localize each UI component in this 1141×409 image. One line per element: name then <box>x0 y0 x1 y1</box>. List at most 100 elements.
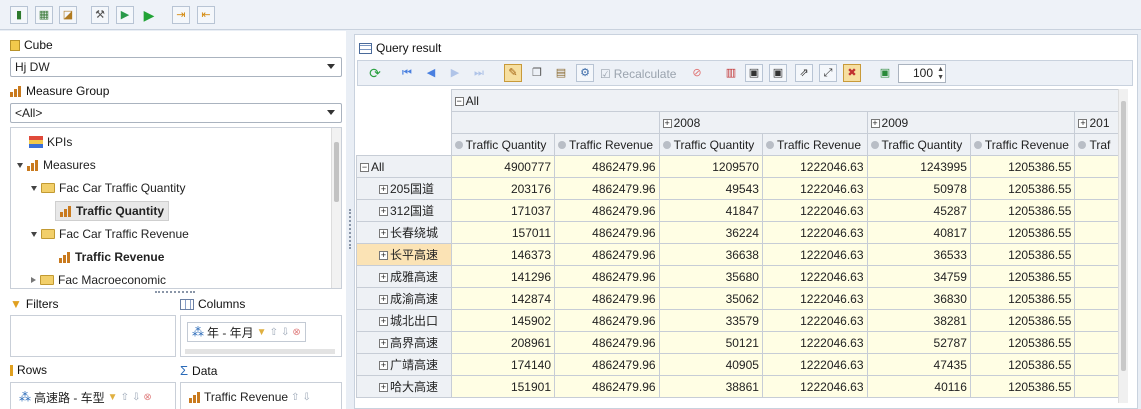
data-drop-area[interactable]: Traffic Revenue ⇧ ⇩ <box>180 382 342 409</box>
row-header[interactable]: + 长春绕城 <box>356 221 452 244</box>
value-cell[interactable]: 208961 <box>450 331 556 354</box>
run-mode-icon[interactable]: ▶ <box>116 6 134 24</box>
value-cell[interactable]: 49543 <box>658 177 763 200</box>
value-cell[interactable]: 1209570 <box>658 155 763 178</box>
grid-scroll-thumb[interactable] <box>1121 101 1126 371</box>
value-cell[interactable]: 45287 <box>866 199 971 222</box>
value-cell[interactable]: 1205386.55 <box>969 221 1076 244</box>
chart-icon[interactable]: ◪ <box>59 6 77 24</box>
tree-scroll-thumb[interactable] <box>334 142 339 202</box>
collapse-icon[interactable]: − <box>360 162 369 172</box>
value-cell[interactable]: 4862479.96 <box>554 199 660 222</box>
layout1-icon[interactable]: ▣ <box>745 64 763 82</box>
value-cell[interactable]: 1205386.55 <box>969 199 1076 222</box>
expand-icon[interactable]: + <box>379 185 388 195</box>
collapse-icon[interactable]: − <box>454 96 464 106</box>
filter-icon[interactable]: ▼ <box>108 392 118 403</box>
splitter-grip[interactable] <box>349 209 351 249</box>
filter-icon[interactable]: ▼ <box>257 327 267 338</box>
expand-icon[interactable]: + <box>379 317 388 327</box>
year-header-2008[interactable]: +2008 <box>658 111 868 134</box>
tree-item-fac-macro[interactable]: Fac Macroeconomic <box>31 270 166 288</box>
value-cell[interactable]: 36224 <box>658 221 763 244</box>
value-cell[interactable]: 35062 <box>658 287 763 310</box>
value-cell[interactable]: 1205386.55 <box>969 353 1076 376</box>
tree-item-fac-qty[interactable]: Fac Car Traffic Quantity <box>31 178 186 198</box>
next-page-icon[interactable]: ▶ <box>446 64 464 82</box>
first-page-icon[interactable]: ⏮ <box>398 64 416 82</box>
rows-chip[interactable]: ⁂ 高速路 - 车型 ▼ ⇧ ⇩ ⊗ <box>15 387 156 407</box>
value-cell[interactable]: 1205386.55 <box>969 375 1076 398</box>
value-cell[interactable]: 1222046.63 <box>761 199 868 222</box>
row-header[interactable]: + 广靖高速 <box>356 353 452 376</box>
value-cell[interactable]: 4862479.96 <box>554 155 660 178</box>
value-cell[interactable]: 1205386.55 <box>969 243 1076 266</box>
value-cell[interactable]: 145902 <box>450 309 556 332</box>
value-cell[interactable]: 1222046.63 <box>761 221 868 244</box>
value-cell[interactable]: 1222046.63 <box>761 331 868 354</box>
cube-select[interactable]: Hj DW <box>10 57 342 77</box>
value-cell[interactable]: 50121 <box>658 331 763 354</box>
settings-icon[interactable]: ⚙ <box>576 64 594 82</box>
value-cell[interactable]: 35680 <box>658 265 763 288</box>
value-cell[interactable]: 47435 <box>866 353 971 376</box>
measure-header[interactable]: Traffic Revenue <box>761 133 868 156</box>
arrow-up-icon[interactable]: ⇧ <box>270 327 278 338</box>
design-icon[interactable]: ⚒ <box>91 6 109 24</box>
refresh-icon[interactable]: ⟳ <box>366 64 384 82</box>
year-header-2009[interactable]: +2009 <box>866 111 1076 134</box>
arrow-up-icon[interactable]: ⇧ <box>121 392 129 403</box>
value-cell[interactable]: 4862479.96 <box>554 331 660 354</box>
value-cell[interactable]: 1222046.63 <box>761 177 868 200</box>
tree-item-fac-rev[interactable]: Fac Car Traffic Revenue <box>31 224 189 244</box>
value-cell[interactable]: 203176 <box>450 177 556 200</box>
excel-icon[interactable]: ▣ <box>876 64 894 82</box>
value-cell[interactable]: 4862479.96 <box>554 265 660 288</box>
measure-header[interactable]: Traffic Quantity <box>450 133 556 156</box>
tree-item-kpis[interactable]: KPIs <box>29 132 72 152</box>
sort-dot-icon[interactable] <box>662 141 671 150</box>
value-cell[interactable]: 171037 <box>450 199 556 222</box>
value-cell[interactable]: 1222046.63 <box>761 265 868 288</box>
data-chip[interactable]: Traffic Revenue ⇧ ⇩ <box>185 387 315 407</box>
value-cell[interactable]: 1205386.55 <box>969 309 1076 332</box>
expand-icon[interactable]: + <box>379 207 388 217</box>
value-cell[interactable]: 151901 <box>450 375 556 398</box>
value-cell[interactable]: 142874 <box>450 287 556 310</box>
row-header[interactable]: + 长平高速 <box>356 243 452 266</box>
value-cell[interactable]: 141296 <box>450 265 556 288</box>
rows-drop-area[interactable]: ⁂ 高速路 - 车型 ▼ ⇧ ⇩ ⊗ <box>10 382 176 409</box>
value-cell[interactable]: 38861 <box>658 375 763 398</box>
expand-icon[interactable]: + <box>379 295 388 305</box>
arrow-up-icon[interactable]: ⇧ <box>291 392 299 403</box>
value-cell[interactable]: 33579 <box>658 309 763 332</box>
tree-item-traffic-revenue[interactable]: Traffic Revenue <box>59 247 164 267</box>
sort-dot-icon[interactable] <box>765 141 774 150</box>
measure-header[interactable]: Traffic Revenue <box>969 133 1076 156</box>
vertical-splitter[interactable] <box>346 31 354 409</box>
clear-icon[interactable]: ⊘ <box>688 64 706 82</box>
value-cell[interactable]: 157011 <box>450 221 556 244</box>
popout-icon[interactable]: ⇗ <box>795 64 813 82</box>
value-cell[interactable]: 52787 <box>866 331 971 354</box>
expand-icon[interactable]: + <box>379 273 388 283</box>
value-cell[interactable]: 1222046.63 <box>761 243 868 266</box>
value-cell[interactable]: 41847 <box>658 199 763 222</box>
sort-dot-icon[interactable] <box>973 141 982 150</box>
row-header[interactable]: + 成雅高速 <box>356 265 452 288</box>
row-header[interactable]: + 高界高速 <box>356 331 452 354</box>
expand-icon[interactable]: + <box>379 251 388 261</box>
sort-dot-icon[interactable] <box>558 141 566 150</box>
edit-icon[interactable]: ✎ <box>504 64 522 82</box>
value-cell[interactable]: 1205386.55 <box>969 155 1076 178</box>
sort-dot-icon[interactable] <box>870 141 879 150</box>
value-cell[interactable]: 36638 <box>658 243 763 266</box>
measure-header[interactable]: Traffic Quantity <box>658 133 763 156</box>
sort-dot-icon[interactable] <box>1078 141 1087 150</box>
expand-icon[interactable]: + <box>870 118 880 128</box>
value-cell[interactable]: 4862479.96 <box>554 375 660 398</box>
value-cell[interactable]: 40116 <box>866 375 971 398</box>
value-cell[interactable]: 4862479.96 <box>554 353 660 376</box>
value-cell[interactable]: 174140 <box>450 353 556 376</box>
value-cell[interactable]: 36533 <box>866 243 971 266</box>
